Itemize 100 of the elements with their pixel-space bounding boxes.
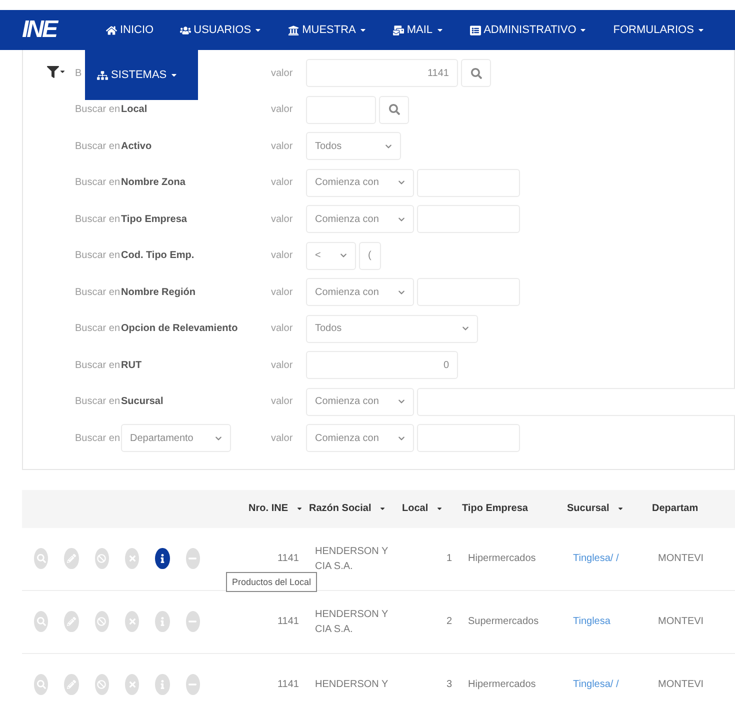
branch-link[interactable]: Tinglesa [567, 614, 652, 629]
field-name: Sucursal [121, 396, 164, 408]
delete-icon [128, 554, 137, 563]
chevron-icon [385, 142, 392, 150]
edit-button[interactable] [64, 548, 79, 569]
search-icon [470, 68, 482, 79]
info-button[interactable] [155, 548, 170, 569]
delete-button[interactable] [124, 548, 140, 569]
select-field[interactable]: Comienza con [306, 424, 414, 452]
valor-label: valor [271, 68, 293, 79]
select-field[interactable]: Todos [306, 314, 478, 343]
disable-button[interactable] [94, 611, 109, 632]
valor-label: valor [271, 177, 293, 188]
field-name: Activo [121, 140, 152, 152]
filter-label: Buscar en [75, 140, 120, 152]
table-cell-text: Hipermercados [467, 678, 537, 692]
filter-label: Buscar en [75, 177, 120, 188]
input-field[interactable]: ( [359, 242, 381, 270]
field-name: Nombre Zona [121, 177, 186, 188]
tooltip: Productos del Local [226, 572, 318, 592]
disable-button[interactable] [94, 548, 109, 569]
valor-label: valor [271, 286, 293, 298]
chevron-icon [398, 216, 405, 223]
field-name: Opcion de Relevamiento [121, 323, 238, 334]
valor-label: valor [271, 214, 293, 225]
chevron-icon [340, 252, 347, 260]
sitemap-icon [97, 70, 108, 80]
logo[interactable]: INE [22, 16, 80, 44]
column-header[interactable]: Tipo Empresa [462, 503, 567, 514]
valor-label: valor [271, 396, 293, 408]
field-name: Tipo Empresa [121, 214, 187, 225]
select-field[interactable]: Comienza con [306, 278, 414, 306]
nav-menu-item[interactable]: USUARIOS [180, 24, 262, 36]
disable-icon [97, 617, 106, 626]
remove-button[interactable] [186, 611, 200, 632]
remove-button[interactable] [186, 548, 200, 569]
caret-icon [696, 26, 705, 34]
field-name: Nombre Región [121, 286, 196, 298]
filter-label: Buscar en [75, 214, 120, 225]
column-header[interactable]: Razón Social [309, 503, 402, 514]
edit-button[interactable] [64, 611, 79, 632]
sort-icon [617, 505, 624, 512]
filter-label: Buscar en [75, 104, 120, 116]
nav-menu-item[interactable]: INICIO [106, 24, 154, 36]
delete-button[interactable] [124, 674, 140, 695]
table-cell-text: 1141 [276, 615, 300, 629]
input-field[interactable]: 0 [306, 351, 458, 380]
search-icon [36, 617, 46, 626]
select-field[interactable]: Todos [306, 132, 401, 160]
home-icon [106, 24, 117, 36]
column-header[interactable]: Departam [652, 503, 702, 514]
table-cell-text: HENDERSON Y CIA S.A. [314, 608, 389, 636]
filter-label: Buscar en [75, 286, 120, 298]
input-field[interactable]: 1141 [306, 59, 458, 88]
nav-menu-item[interactable]: FORMULARIOS [613, 24, 705, 36]
edit-icon [66, 554, 76, 563]
table-cell-text: HENDERSON Y CIA S.A. [314, 544, 389, 574]
nav-menu-item[interactable]: SISTEMAS [97, 69, 178, 81]
nav-menu-item[interactable]: ADMINISTRATIVO [470, 24, 588, 36]
delete-button[interactable] [124, 611, 140, 632]
table-cell-text: MONTEVI [657, 615, 702, 629]
delete-icon [128, 617, 137, 626]
select-field[interactable]: Departamento [121, 424, 231, 452]
filter-icon[interactable] [47, 66, 66, 78]
filter-label: Buscar en [75, 323, 120, 334]
search-button[interactable] [461, 59, 491, 88]
chevron-icon [398, 288, 405, 296]
filter-label: Buscar en [75, 432, 120, 444]
column-header[interactable]: Local [402, 503, 462, 514]
caret-icon [170, 71, 178, 79]
table-cell-text: Hipermercados [467, 552, 537, 566]
valor-label: valor [271, 360, 293, 371]
remove-button[interactable] [186, 674, 200, 695]
input-field[interactable] [417, 388, 735, 416]
column-header[interactable]: Sucursal [567, 503, 652, 514]
edit-button[interactable] [64, 674, 79, 695]
select-field[interactable]: Comienza con [306, 205, 414, 234]
select-field[interactable]: < [306, 242, 356, 270]
nav-menu-item[interactable]: MAIL [392, 24, 444, 36]
table-cell-text: 3 [445, 678, 453, 692]
table-cell-text: Supermercados [467, 615, 540, 629]
edit-icon [66, 680, 76, 689]
table-cell-text: MONTEVI [657, 678, 702, 692]
table-cell-text: HENDERSON Y [314, 678, 390, 692]
valor-label: valor [271, 104, 293, 116]
select-field[interactable]: Comienza con [306, 388, 414, 416]
select-field[interactable]: Comienza con [306, 168, 414, 197]
branch-link[interactable]: Tinglesa/ / [567, 551, 652, 566]
table-cell-text: 1141 [276, 678, 300, 692]
filter-label: B [75, 68, 82, 79]
search-button[interactable] [379, 96, 409, 124]
branch-link[interactable]: Tinglesa/ / [567, 677, 652, 692]
nav-menu-item[interactable]: MUESTRA [288, 24, 367, 36]
disable-button[interactable] [94, 674, 109, 695]
column-header[interactable]: Nro. INE [200, 503, 309, 514]
sort-icon [379, 505, 386, 512]
sort-icon [436, 505, 444, 512]
search-icon [36, 680, 46, 689]
chevron-icon [398, 434, 405, 442]
list-icon [470, 24, 481, 36]
